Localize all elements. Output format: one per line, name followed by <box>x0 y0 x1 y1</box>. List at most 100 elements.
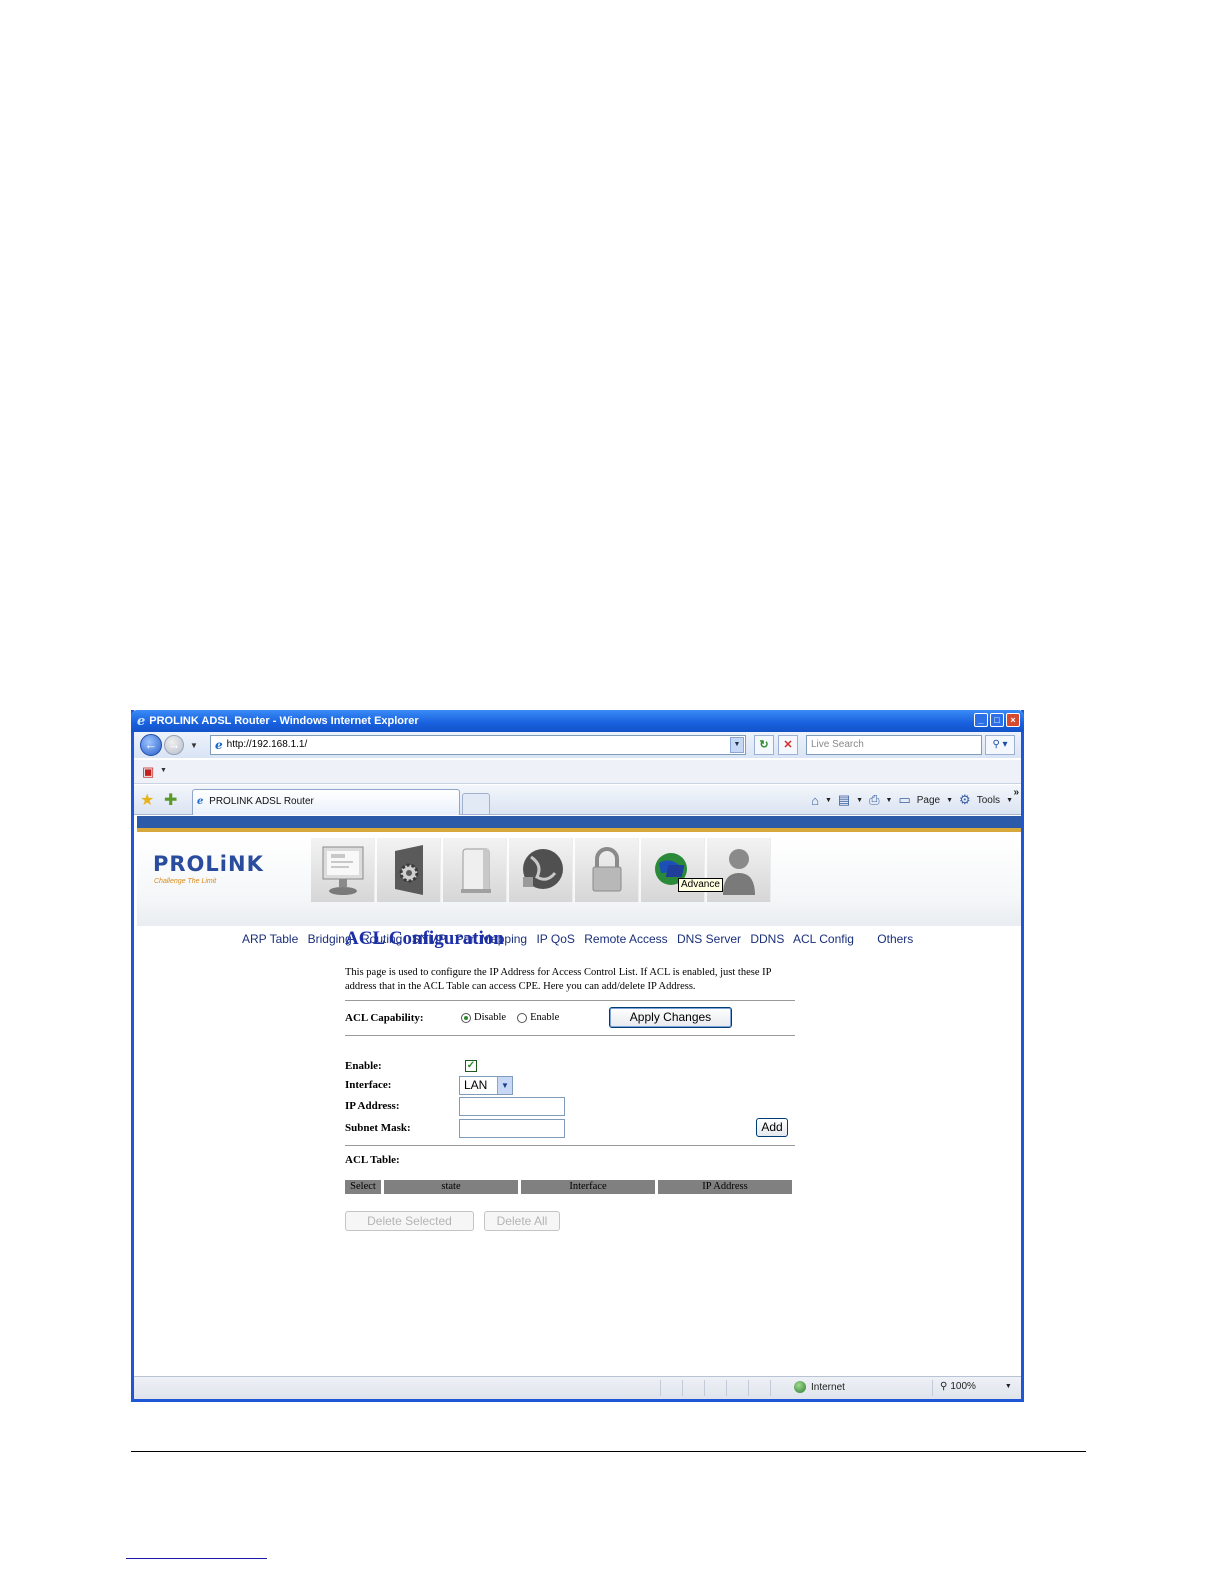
status-monitor-icon[interactable] <box>311 838 375 902</box>
acl-content: ACL Configuration This page is used to c… <box>345 926 797 1235</box>
page-menu-icon: ▭ <box>898 792 911 807</box>
pdf-icon[interactable]: ▣ <box>142 764 154 780</box>
menu-others[interactable]: Others <box>877 932 913 946</box>
zoom-level: 100% <box>950 1381 976 1392</box>
header-accent-stripe <box>137 828 1021 832</box>
prolink-logo: PROLiNK <box>153 852 264 876</box>
search-input[interactable]: Live Search <box>806 735 982 755</box>
enable-label: Enable <box>530 1012 560 1023</box>
acl-table-label: ACL Table: <box>345 1154 400 1166</box>
column-select: Select <box>345 1180 381 1194</box>
footnote-rule <box>126 1558 267 1559</box>
home-icon[interactable]: ⌂ <box>811 793 819 808</box>
chevron-more-icon[interactable]: » <box>1013 787 1019 798</box>
enable-radio[interactable] <box>517 1012 528 1023</box>
page-icon: e <box>215 738 223 752</box>
address-bar[interactable]: e http://192.168.1.1/ ▼ <box>210 735 746 755</box>
status-bar: Internet ⚲ 100% ▼ <box>134 1376 1021 1399</box>
advance-tooltip: Advance <box>678 878 723 892</box>
status-divider <box>932 1380 933 1396</box>
subnet-mask-input[interactable] <box>459 1119 565 1138</box>
status-divider <box>748 1380 749 1396</box>
chevron-down-icon: ▼ <box>497 1077 512 1094</box>
search-button[interactable]: ⚲ ▾ <box>985 735 1015 755</box>
add-favorites-icon[interactable]: ✚ <box>164 790 177 810</box>
zoom-control[interactable]: ⚲ 100% ▼ <box>940 1381 1012 1392</box>
refresh-button[interactable]: ↻ <box>754 735 774 755</box>
forward-button[interactable]: → <box>164 735 184 755</box>
stop-button[interactable]: ✕ <box>778 735 798 755</box>
tab-label: PROLINK ADSL Router <box>209 796 314 807</box>
lock-icon[interactable] <box>575 838 639 902</box>
column-ip-address: IP Address <box>658 1180 792 1194</box>
interface-label: Interface: <box>345 1079 392 1091</box>
status-divider <box>660 1380 661 1396</box>
menu-arp-table[interactable]: ARP Table <box>242 932 298 946</box>
new-tab-button[interactable] <box>462 793 490 815</box>
column-interface: Interface <box>521 1180 655 1194</box>
device-tower-icon[interactable] <box>443 838 507 902</box>
ip-address-label: IP Address: <box>345 1100 400 1112</box>
feeds-icon[interactable]: ▤ <box>838 792 850 808</box>
back-button[interactable]: ← <box>140 734 162 756</box>
status-divider <box>770 1380 771 1396</box>
interface-select[interactable]: LAN ▼ <box>459 1076 513 1095</box>
ie-icon: e <box>137 713 146 729</box>
disable-label: Disable <box>474 1012 507 1023</box>
subnet-mask-label: Subnet Mask: <box>345 1122 411 1134</box>
favorites-star-icon[interactable]: ★ <box>140 790 154 810</box>
title-bar[interactable]: e PROLINK ADSL Router - Windows Internet… <box>131 710 1024 732</box>
maximize-button[interactable]: □ <box>990 713 1004 727</box>
addon-toolbar: ▣ ▼ <box>134 760 1021 784</box>
enable-checkbox[interactable]: ✓ <box>465 1060 477 1072</box>
tab-ie-icon: e <box>197 796 204 807</box>
tab-bar: ★ ✚ e PROLINK ADSL Router ⌂ ▼ ▤ ▼ ⎙ ▼ ▭ Pag… <box>134 785 1021 815</box>
page-description: This page is used to configure the IP Ad… <box>345 967 772 992</box>
pdf-dropdown-icon[interactable]: ▼ <box>160 767 167 774</box>
column-state: state <box>384 1180 518 1194</box>
close-button[interactable]: × <box>1006 713 1020 727</box>
page-menu[interactable]: Page <box>917 795 940 806</box>
print-icon[interactable]: ⎙ <box>869 792 879 808</box>
advance-globe-icon[interactable] <box>641 838 705 902</box>
address-dropdown-icon[interactable]: ▼ <box>730 737 744 753</box>
apply-changes-button[interactable]: Apply Changes <box>609 1007 732 1028</box>
security-zone[interactable]: Internet <box>794 1381 845 1393</box>
user-admin-icon[interactable] <box>707 838 771 902</box>
acl-capability-radios: Disable Enable <box>461 1012 559 1023</box>
status-divider <box>726 1380 727 1396</box>
tools-menu[interactable]: Tools <box>977 795 1000 806</box>
divider <box>345 1145 795 1146</box>
add-button[interactable]: Add <box>756 1118 788 1137</box>
feeds-dropdown-icon[interactable]: ▼ <box>856 797 863 804</box>
delete-all-button[interactable]: Delete All <box>484 1211 560 1231</box>
zoom-dropdown-icon[interactable]: ▼ <box>1005 1383 1012 1390</box>
tab-prolink-router[interactable]: e PROLINK ADSL Router <box>192 789 460 815</box>
header-stripe <box>137 816 1021 828</box>
navigation-bar: ← → ▼ e http://192.168.1.1/ ▼ ↻ ✕ Live S… <box>134 732 1021 758</box>
acl-table: Select state Interface IP Address <box>345 1180 797 1194</box>
home-dropdown-icon[interactable]: ▼ <box>825 797 832 804</box>
enable-field-label: Enable: <box>345 1060 382 1072</box>
window-controls: _ □ × <box>974 713 1020 727</box>
page-dropdown-icon[interactable]: ▼ <box>946 797 953 804</box>
setup-gear-icon[interactable] <box>377 838 441 902</box>
gear-icon: ⚙ <box>959 792 971 807</box>
status-divider <box>682 1380 683 1396</box>
delete-selected-button[interactable]: Delete Selected <box>345 1211 474 1231</box>
ip-address-input[interactable] <box>459 1097 565 1116</box>
browser-window: e PROLINK ADSL Router - Windows Internet… <box>131 710 1024 1402</box>
recent-pages-dropdown[interactable]: ▼ <box>190 741 198 750</box>
globe-service-icon[interactable] <box>509 838 573 902</box>
print-dropdown-icon[interactable]: ▼ <box>886 797 893 804</box>
delete-actions: Delete Selected Delete All <box>345 1211 797 1235</box>
logo-tagline: Challenge The Limit <box>154 878 217 885</box>
status-divider <box>704 1380 705 1396</box>
menu-acl-config[interactable]: ACL Config <box>793 932 854 946</box>
tools-dropdown-icon[interactable]: ▼ <box>1006 797 1013 804</box>
window-title: PROLINK ADSL Router - Windows Internet E… <box>149 715 419 727</box>
router-page: PROLiNK Challenge The Limit Advance ARP … <box>137 816 1021 1376</box>
minimize-button[interactable]: _ <box>974 713 988 727</box>
disable-radio[interactable] <box>461 1012 471 1023</box>
acl-capability-row: ACL Capability: Disable Enable Apply Cha… <box>345 1001 797 1035</box>
